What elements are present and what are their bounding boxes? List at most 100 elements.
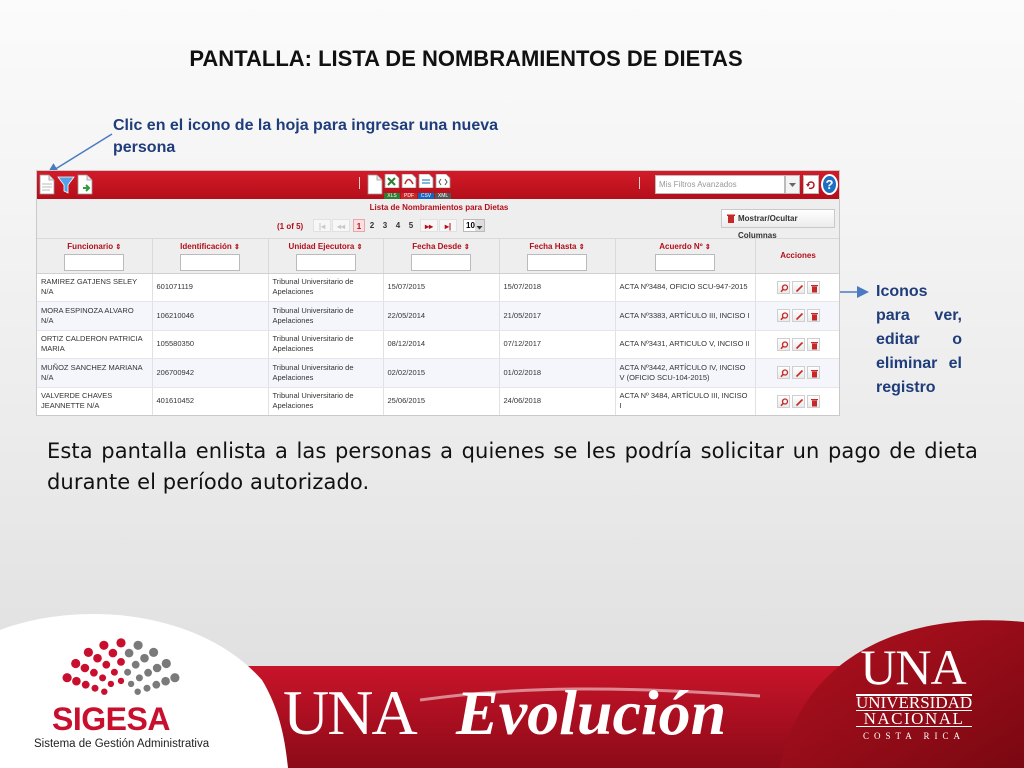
first-page-button[interactable]: |◂ — [313, 219, 331, 232]
last-page-button[interactable]: ▸| — [439, 219, 457, 232]
cell-funcionario: ORTIZ CALDERON PATRICIA MARIA — [37, 330, 153, 359]
view-button[interactable] — [776, 309, 790, 323]
una-logo: UNA — [860, 639, 966, 695]
export-pdf-button[interactable]: PDF — [401, 173, 417, 200]
page-3-button[interactable]: 3 — [379, 219, 391, 232]
cell-unidad: Tribunal Universitario de Apelaciones — [268, 387, 384, 415]
page-2-button[interactable]: 2 — [366, 219, 378, 232]
filter-identificacion-input[interactable] — [180, 254, 240, 271]
column-header-unidad[interactable]: Unidad Ejecutora ⇕ — [268, 239, 384, 274]
cell-acuerdo: ACTA Nº3383, ARTÍCULO III, INCISO I — [615, 301, 756, 331]
page-4-button[interactable]: 4 — [392, 219, 404, 232]
logo-dot — [144, 668, 152, 677]
cell-funcionario: MUÑOZ SANCHEZ MARIANA N/A — [37, 358, 153, 388]
cell-acciones — [755, 387, 839, 415]
page-5-button[interactable]: 5 — [405, 219, 417, 232]
filter-icon[interactable] — [57, 174, 75, 195]
edit-button[interactable] — [791, 309, 805, 323]
table-row[interactable]: RAMIREZ GATJENS SELEY N/A 601071119 Tribun… — [37, 273, 839, 302]
help-button[interactable]: ? — [821, 174, 838, 195]
search-icon — [779, 398, 788, 407]
cell-fecha-hasta: 01/02/2018 — [499, 358, 616, 388]
cell-fecha-desde: 08/12/2014 — [383, 330, 500, 359]
pencil-icon — [795, 398, 803, 406]
delete-button[interactable] — [806, 309, 820, 323]
cell-funcionario: MORA ESPINOZA ALVARO N/A — [37, 301, 153, 331]
delete-button[interactable] — [806, 394, 820, 408]
filter-fecha-hasta-input[interactable] — [527, 254, 587, 271]
trash-icon — [810, 313, 818, 321]
cell-acciones — [755, 301, 839, 331]
export-xls-button[interactable]: XLS — [384, 173, 400, 200]
column-header-fecha-desde[interactable]: Fecha Desde ⇕ — [383, 239, 500, 274]
table-row[interactable]: MORA ESPINOZA ALVARO N/A 106210046 Tribuna… — [37, 301, 839, 331]
table-row[interactable]: MUÑOZ SANCHEZ MARIANA N/A 206700942 Tribun… — [37, 358, 839, 388]
pencil-icon — [795, 370, 803, 378]
logo-dot — [170, 673, 180, 683]
filter-fecha-desde-input[interactable] — [411, 254, 471, 271]
advanced-filters-dropdown[interactable] — [785, 175, 800, 194]
table-row[interactable]: ORTIZ CALDERON PATRICIA MARIA 105580350 Tr… — [37, 330, 839, 359]
export-xml-button[interactable]: XML — [435, 173, 451, 200]
sigesa-logo-text: SIGESA — [52, 701, 170, 737]
search-icon — [779, 312, 788, 321]
slide-description: Esta pantalla enlista a las personas a q… — [47, 439, 978, 494]
una-logo-costa-rica: COSTA RICA — [862, 731, 966, 741]
view-button[interactable] — [776, 337, 790, 351]
table-body: RAMIREZ GATJENS SELEY N/A 601071119 Tribun… — [37, 273, 839, 415]
logo-dot — [124, 668, 132, 676]
edit-button[interactable] — [791, 394, 805, 408]
toolbar-separator — [639, 177, 640, 189]
edit-button[interactable] — [791, 366, 805, 380]
advanced-filters-select[interactable]: Mis Filtros Avanzados — [655, 175, 785, 194]
print-document-icon[interactable] — [367, 174, 383, 195]
slide-title: PANTALLA: LISTA DE NOMBRAMIENTOS DE DIET… — [189, 46, 743, 71]
cell-fecha-hasta: 21/05/2017 — [499, 301, 616, 331]
column-header-funcionario[interactable]: Funcionario ⇕ — [37, 239, 153, 274]
page-1-button[interactable]: 1 — [353, 219, 365, 232]
logo-dot — [107, 680, 115, 688]
export-csv-button[interactable]: CSV — [418, 173, 434, 200]
column-header-acuerdo[interactable]: Acuerdo Nº ⇕ — [615, 239, 756, 274]
sort-icon: ⇕ — [115, 244, 122, 251]
arrow-to-new-icon — [46, 133, 113, 175]
next-page-button[interactable]: ▸▸ — [420, 219, 438, 232]
view-button[interactable] — [776, 366, 790, 380]
logo-dot — [101, 688, 108, 695]
edit-button[interactable] — [791, 337, 805, 351]
callout-new-person: Clic en el icono de la hoja para ingresa… — [113, 117, 499, 156]
logo-dot — [134, 688, 141, 695]
logo-dot — [152, 663, 162, 673]
logo-dot — [91, 684, 99, 692]
view-button[interactable] — [776, 394, 790, 408]
pencil-icon — [795, 313, 803, 321]
view-button[interactable] — [776, 280, 790, 294]
reset-filters-button[interactable] — [803, 175, 819, 194]
column-header-fecha-hasta[interactable]: Fecha Hasta ⇕ — [499, 239, 616, 274]
new-document-icon[interactable] — [39, 174, 55, 195]
logo-dot — [152, 680, 161, 689]
trash-icon — [727, 214, 735, 223]
prev-page-button[interactable]: ◂◂ — [332, 219, 350, 232]
sort-icon: ⇕ — [356, 244, 363, 251]
delete-button[interactable] — [806, 280, 820, 294]
edit-button[interactable] — [791, 280, 805, 294]
column-header-identificacion[interactable]: Identificación ⇕ — [152, 239, 269, 274]
filter-acuerdo-input[interactable] — [655, 254, 715, 271]
logo-dot — [81, 680, 90, 689]
delete-button[interactable] — [806, 337, 820, 351]
delete-button[interactable] — [806, 366, 820, 380]
export-document-icon[interactable] — [77, 174, 93, 195]
cell-fecha-desde: 22/05/2014 — [383, 301, 500, 331]
sort-icon: ⇕ — [578, 244, 585, 251]
logo-dot — [71, 658, 81, 669]
logo-dot — [116, 638, 126, 648]
logo-dot — [143, 684, 151, 692]
cell-fecha-desde: 25/06/2015 — [383, 387, 500, 415]
logo-dot — [117, 658, 125, 666]
filter-funcionario-input[interactable] — [64, 254, 125, 271]
table-row[interactable]: VALVERDE CHAVES JEANNETTE N/A 401610452 Tr… — [37, 387, 839, 415]
rows-per-page-dropdown[interactable] — [475, 220, 484, 231]
filter-unidad-input[interactable] — [295, 254, 356, 271]
toggle-columns-button[interactable]: Mostrar/Ocultar Columnas — [721, 209, 835, 240]
